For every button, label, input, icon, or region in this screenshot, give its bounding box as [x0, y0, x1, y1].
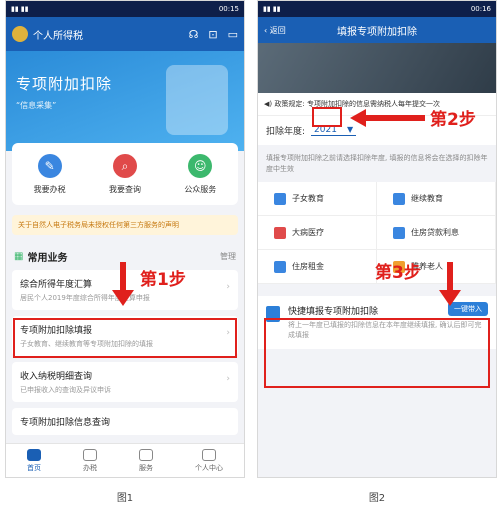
list-item-income-query[interactable]: 收入纳税明细查询 已申报收入的查询及异议申诉 ›: [12, 362, 238, 402]
bottom-tab-bar: 首页 办税 服务 个人中心: [6, 443, 244, 477]
chevron-right-icon: ›: [226, 282, 230, 292]
signal-icon: ▮▮ ▮▮: [263, 5, 281, 13]
policy-text: 政策规定: 专项附加扣除的信息需纳税人每年提交一次: [274, 100, 440, 108]
quick-label: 我要查询: [108, 184, 141, 194]
chevron-right-icon: ›: [226, 374, 230, 384]
quick-service[interactable]: ☺ 公众服务: [184, 153, 217, 195]
notice-bar[interactable]: 关于自然人电子税务局未授权任何第三方服务的声明: [12, 215, 238, 235]
step2-label: 第2步: [430, 110, 476, 130]
status-bar: ▮▮ ▮▮ 00:16: [258, 1, 496, 17]
speaker-icon: ◀): [264, 100, 273, 108]
document-icon: [83, 448, 97, 461]
status-bar: ▮▮ ▮▮ 00:15: [6, 1, 244, 17]
home-icon: [27, 448, 41, 461]
item-medical[interactable]: 大病医疗: [258, 216, 377, 250]
highlight-box-step1: [13, 318, 237, 358]
item-label: 大病医疗: [292, 228, 324, 237]
building-icon: [274, 260, 286, 273]
section-title: 常用业务: [27, 253, 68, 264]
arrow-down-icon: [112, 290, 134, 306]
arrow-shaft: [120, 262, 126, 292]
quick-actions: ✎ 我要办税 ⌕ 我要查询 ☺ 公众服务: [12, 143, 238, 205]
tab-service[interactable]: 服务: [139, 448, 153, 473]
year-label: 扣除年度:: [266, 127, 306, 137]
item-title: 收入纳税明细查询: [20, 372, 93, 382]
quick-query[interactable]: ⌕ 我要查询: [108, 153, 141, 195]
back-button[interactable]: ‹ 返回: [264, 25, 286, 36]
message-icon[interactable]: ▭: [228, 28, 238, 41]
tab-tax[interactable]: 办税: [83, 448, 97, 473]
notice-text: 关于自然人电子税务局未授权任何第三方服务的声明: [18, 221, 179, 229]
list-item-deduction-query[interactable]: 专项附加扣除信息查询: [12, 408, 238, 435]
arrow-down-icon: [439, 290, 461, 306]
item-desc: 已申报收入的查询及异议申诉: [20, 386, 111, 394]
quick-label: 我要办税: [33, 184, 66, 194]
step1-label: 第1步: [140, 270, 186, 290]
banner-image: [258, 43, 496, 93]
app-header: 个人所得税 ☊ ⊡ ▭: [6, 17, 244, 51]
item-mortgage[interactable]: 住房贷款利息: [377, 216, 496, 250]
highlight-box-step3: [264, 318, 490, 388]
tax-emblem-icon: [12, 26, 28, 42]
step3-label: 第3步: [375, 263, 421, 283]
highlight-box-step2: [312, 107, 342, 127]
app-header: ‹ 返回 填报专项附加扣除: [258, 17, 496, 43]
item-label: 住房租金: [292, 262, 324, 271]
person-icon: [202, 448, 216, 461]
item-label: 子女教育: [292, 194, 324, 203]
headset-icon[interactable]: ☊: [189, 28, 199, 41]
heart-icon: [139, 448, 153, 461]
item-child-education[interactable]: 子女教育: [258, 182, 377, 216]
phone-screen-2: ▮▮ ▮▮ 00:16 ‹ 返回 填报专项附加扣除 ◀) 政策规定: 专项附加扣…: [257, 0, 497, 478]
item-rent[interactable]: 住房租金: [258, 250, 377, 284]
manage-link[interactable]: 管理: [220, 251, 236, 262]
tab-label: 办税: [83, 463, 97, 472]
house-icon: [393, 226, 405, 239]
phone-screen-1: ▮▮ ▮▮ 00:15 个人所得税 ☊ ⊡ ▭ 专项附加扣除 “信息采集” ✎ …: [5, 0, 245, 478]
arrow-shaft: [365, 115, 425, 121]
item-continuing-education[interactable]: 继续教育: [377, 182, 496, 216]
back-label: 返回: [269, 25, 286, 35]
figure-caption-1: 图1: [116, 493, 134, 504]
banner[interactable]: 专项附加扣除 “信息采集”: [6, 51, 244, 151]
banner-illustration: [166, 65, 228, 135]
app-title: 个人所得税: [33, 30, 83, 42]
graduation-cap-icon: [393, 192, 405, 205]
quick-tax[interactable]: ✎ 我要办税: [33, 153, 66, 195]
tab-label: 首页: [27, 463, 41, 472]
page-title: 填报专项附加扣除: [337, 26, 417, 38]
figure-caption-2: 图2: [368, 493, 386, 504]
arrow-shaft: [447, 262, 453, 292]
status-time: 00:16: [470, 5, 491, 13]
hint-text: 填报专项附加扣除之前请选择扣除年度, 填报的信息将会在选择的扣除年度中生效: [258, 145, 496, 182]
item-label: 住房贷款利息: [411, 228, 459, 237]
grid-icon: ▦: [14, 251, 24, 262]
service-icon: ☺: [188, 153, 213, 178]
scan-icon[interactable]: ⊡: [208, 28, 217, 41]
search-icon: ⌕: [112, 153, 137, 178]
tab-profile[interactable]: 个人中心: [195, 448, 223, 473]
quick-label: 公众服务: [184, 184, 217, 194]
tab-label: 个人中心: [195, 463, 223, 472]
item-title: 专项附加扣除信息查询: [20, 418, 111, 428]
child-icon: [274, 192, 286, 205]
arrow-left-icon: [350, 109, 366, 127]
status-time: 00:15: [218, 5, 239, 13]
signal-icon: ▮▮ ▮▮: [11, 5, 29, 13]
tab-label: 服务: [139, 463, 153, 472]
item-label: 继续教育: [411, 194, 443, 203]
tab-home[interactable]: 首页: [27, 448, 41, 473]
medical-cross-icon: [274, 226, 286, 239]
pen-icon: ✎: [37, 153, 62, 178]
